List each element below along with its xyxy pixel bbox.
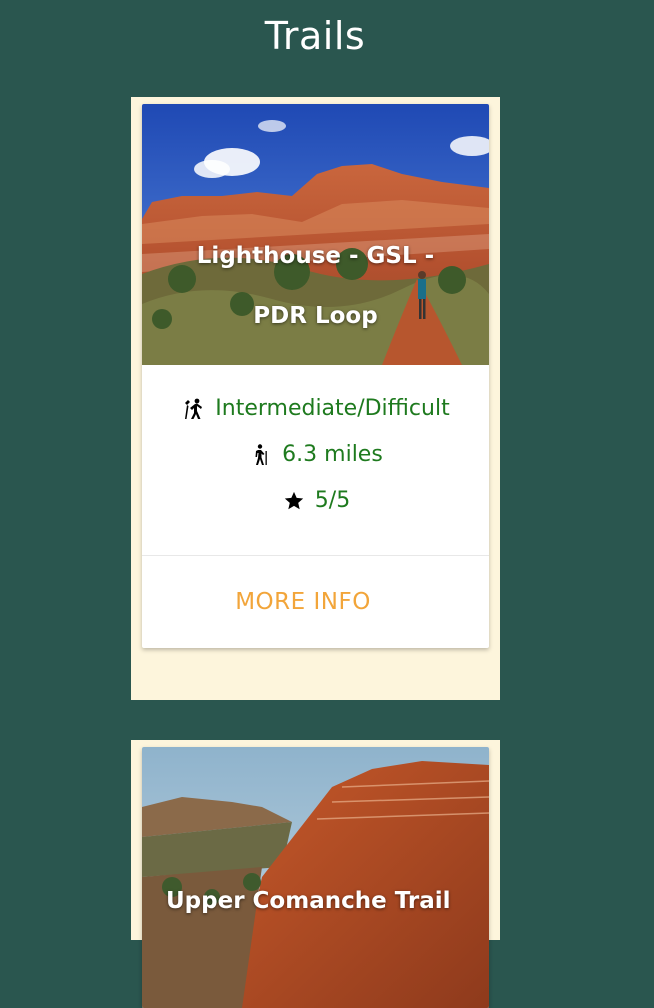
trail-card: Upper Comanche Trail xyxy=(142,747,489,1008)
trail-details: Intermediate/Difficult 6.3 miles 5/5 xyxy=(142,365,489,555)
climber-icon xyxy=(181,396,207,422)
trail-image[interactable]: Upper Comanche Trail xyxy=(142,747,489,1008)
page-title: Trails xyxy=(264,14,366,58)
trail-card-wrapper: Lighthouse - GSL - PDR Loop Intermediate… xyxy=(131,97,500,700)
card-action-bar: MORE INFO xyxy=(142,555,489,648)
hiker-icon xyxy=(248,442,274,468)
trail-name: Lighthouse - GSL - PDR Loop xyxy=(196,243,435,329)
trail-card-wrapper: Upper Comanche Trail xyxy=(131,740,500,1008)
trail-image[interactable]: Lighthouse - GSL - PDR Loop xyxy=(142,104,489,365)
rating-stat: 5/5 xyxy=(142,471,489,531)
star-icon xyxy=(281,488,307,514)
trail-card: Lighthouse - GSL - PDR Loop Intermediate… xyxy=(142,104,489,648)
rating-value: 5/5 xyxy=(314,488,351,513)
more-info-button[interactable]: MORE INFO xyxy=(235,589,371,615)
trail-name: Upper Comanche Trail xyxy=(166,888,451,914)
